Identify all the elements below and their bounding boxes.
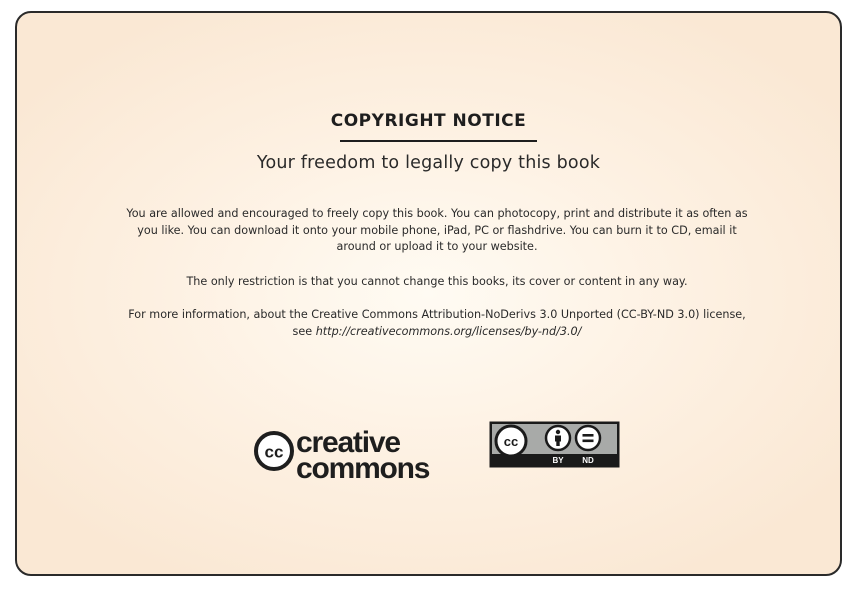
cc-icon: cc xyxy=(494,424,528,458)
logo-word-commons: commons xyxy=(296,452,430,480)
svg-text:cc: cc xyxy=(265,443,284,462)
badge-nd-label: ND xyxy=(582,456,594,465)
cc-by-nd-badge: cc BY ND xyxy=(489,421,620,468)
attribution-icon xyxy=(544,424,572,452)
no-derivatives-icon xyxy=(574,424,602,452)
paragraph-permissions: You are allowed and encouraged to freely… xyxy=(126,207,748,253)
cc-icon: cc xyxy=(254,431,294,471)
license-link[interactable]: http://creativecommons.org/licenses/by-n… xyxy=(316,325,582,338)
title-underline xyxy=(340,140,537,142)
paragraph-more-info: For more information, about the Creative… xyxy=(117,307,757,340)
page-subtitle: Your freedom to legally copy this book xyxy=(256,153,601,173)
badge-by-label: BY xyxy=(552,456,564,465)
copyright-card: COPYRIGHT NOTICE Your freedom to legally… xyxy=(15,11,842,576)
creative-commons-logo: cc creative commons xyxy=(254,426,431,480)
svg-text:cc: cc xyxy=(504,434,518,449)
page-title: COPYRIGHT NOTICE xyxy=(330,111,527,131)
paragraph-restriction: The only restriction is that you cannot … xyxy=(186,275,688,288)
